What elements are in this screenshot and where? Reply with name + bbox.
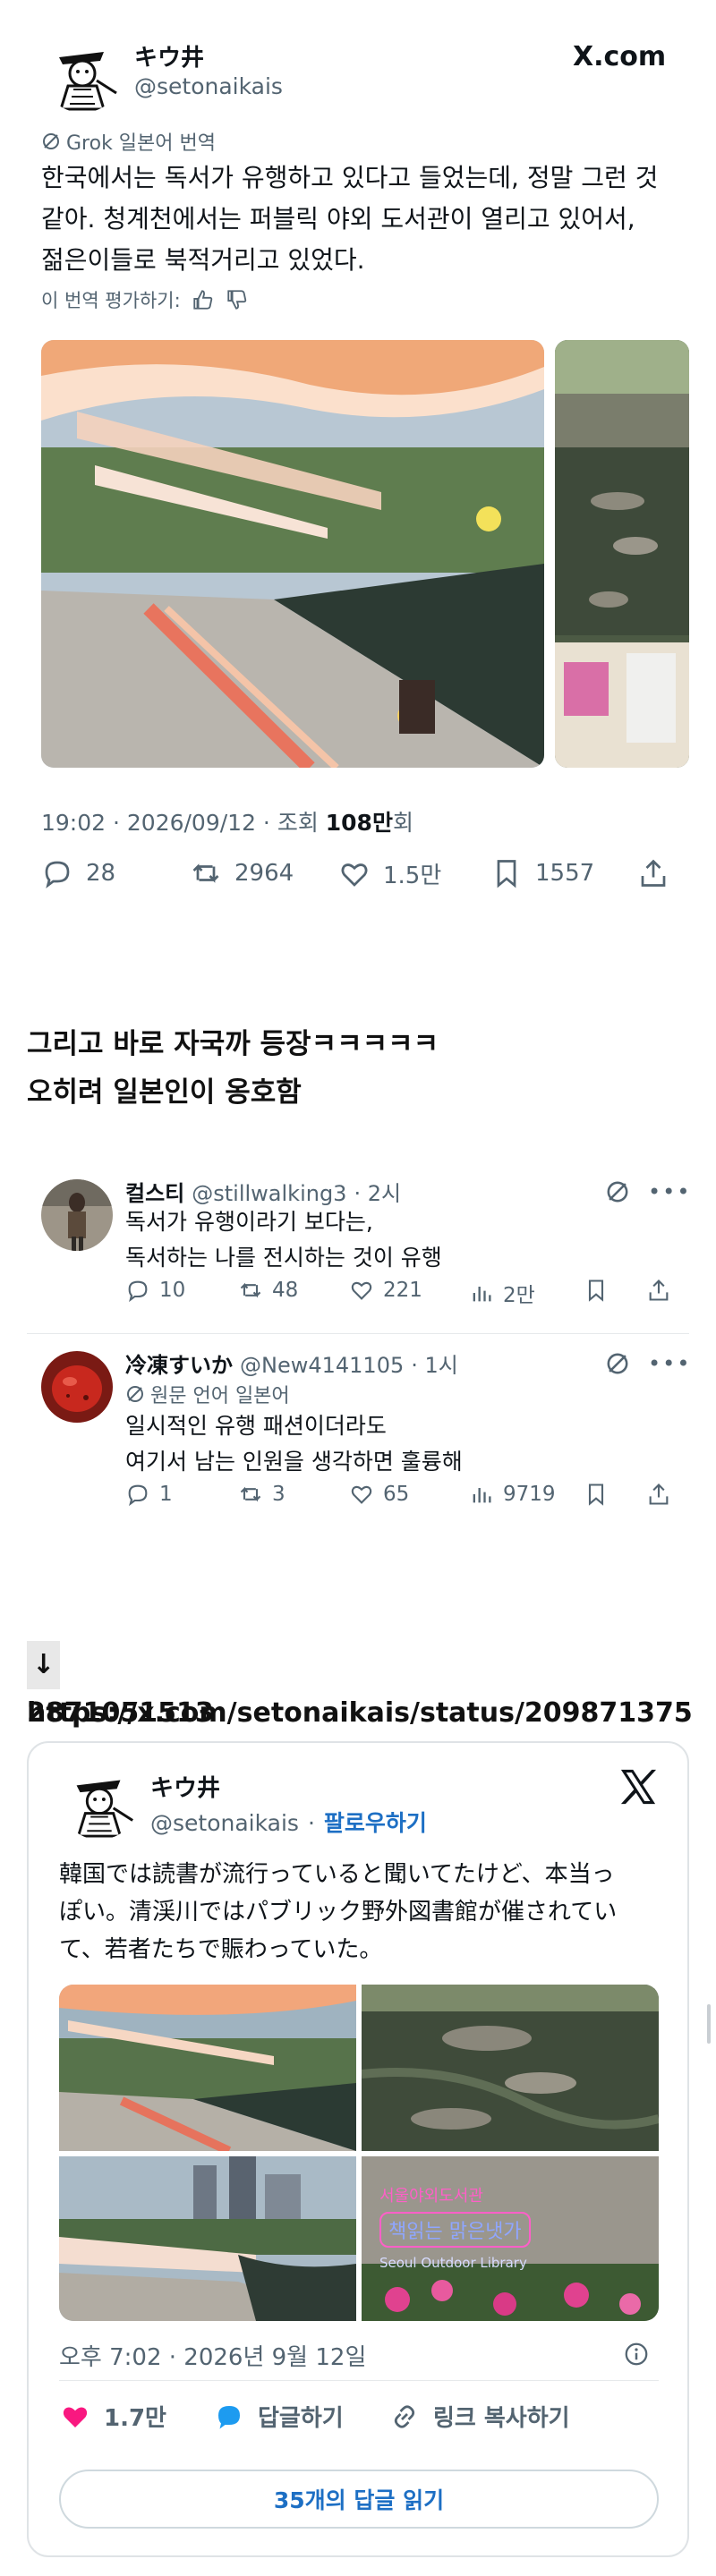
views-icon	[469, 1482, 494, 1507]
views-icon	[469, 1280, 494, 1305]
commentary-line-2: 오히려 일본인이 옹호함	[27, 1076, 302, 1109]
embed-divider	[59, 2380, 659, 2381]
reply-views-button[interactable]: 9719	[469, 1482, 556, 1507]
reply-reply-button[interactable]: 1	[125, 1482, 173, 1507]
copy-link-button[interactable]: 링크 복사하기	[388, 2400, 570, 2433]
embed-author-name[interactable]: キウ井	[150, 1770, 220, 1803]
tweet-text: 한국에서는 독서가 유행하고 있다고 들었는데, 정말 그런 것 같아. 청계천…	[41, 163, 659, 275]
embed-photo-grid: 서울야외도서관 책읽는 맑은냇가 Seoul Outdoor Library	[59, 1985, 659, 2321]
reply-repost-button[interactable]: 3	[238, 1482, 286, 1507]
original-language-label: 원문 언어 일본어	[125, 1380, 290, 1408]
repost-icon	[238, 1278, 263, 1303]
reply-repost-button[interactable]: 48	[238, 1278, 298, 1303]
reply-button[interactable]: 28	[41, 857, 115, 889]
reply-avatar[interactable]	[41, 1351, 113, 1423]
embed-date[interactable]: 오후 7:02 · 2026년 9월 12일	[59, 2339, 366, 2372]
embed-photo-3[interactable]	[59, 2156, 356, 2321]
embed-reply-button[interactable]: 답글하기	[213, 2400, 344, 2433]
link-icon	[388, 2401, 421, 2433]
author-handle[interactable]: @setonaikais	[134, 73, 283, 99]
reply-icon	[125, 1482, 150, 1507]
more-icon[interactable]: •••	[648, 1179, 691, 1204]
heart-icon	[59, 2401, 91, 2433]
tweet-photo-main[interactable]	[41, 340, 544, 768]
repost-icon	[190, 857, 222, 889]
reply-reply-button[interactable]: 10	[125, 1278, 185, 1303]
bookmark-icon[interactable]	[584, 1482, 609, 1507]
reply-icon	[41, 857, 73, 889]
embed-tweet-text: 韓国では読書が流行っていると聞いてたけど、本当っ ぽい。清渓川ではパブリック野外…	[59, 1861, 618, 1963]
grok-translation-label: Grok 일본어 번역	[41, 127, 216, 156]
read-replies-button[interactable]: 35개의 답글 읽기	[59, 2470, 659, 2529]
commentary-line-1: 그리고 바로 자국까 등장ㅋㅋㅋㅋㅋ	[27, 1028, 439, 1060]
x-logo-icon[interactable]	[618, 1768, 659, 1806]
embed-photo-1[interactable]	[59, 1985, 356, 2151]
down-arrow-icon: ↓	[27, 1641, 61, 1689]
reply-author-handle[interactable]: @New4141105	[240, 1353, 404, 1378]
reply-views-button[interactable]: 2만	[469, 1278, 535, 1308]
share-button[interactable]	[637, 857, 669, 889]
tweet-meta: 19:02 · 2026/09/12 · 조회 108만회	[41, 810, 413, 836]
reply-bubble-icon	[213, 2401, 245, 2433]
thumbs-down-icon[interactable]	[226, 288, 249, 311]
reply-icon	[125, 1278, 150, 1303]
share-icon[interactable]	[646, 1482, 671, 1507]
grok-icon[interactable]	[605, 1179, 630, 1204]
grok-icon[interactable]	[605, 1351, 630, 1376]
embed-like-button[interactable]: 1.7만	[59, 2400, 166, 2433]
reply-header: 컬스티 @stillwalking3 · 2시	[125, 1176, 401, 1207]
grok-icon	[125, 1384, 145, 1404]
scrollbar-thumb[interactable]	[707, 2004, 711, 2044]
reply-header: 冷凍すいか @New4141105 · 1시	[125, 1348, 458, 1379]
reply-like-button[interactable]: 65	[349, 1482, 409, 1507]
reply-text: 독서가 유행이라기 보다는, 독서하는 나를 전시하는 것이 유행	[125, 1209, 442, 1271]
like-button[interactable]: 1.5만	[338, 857, 441, 890]
source-link-continued[interactable]: 2871051513	[27, 1689, 214, 1738]
thumbs-up-icon[interactable]	[192, 288, 215, 311]
share-icon[interactable]	[646, 1278, 671, 1303]
rate-translation: 이 번역 평가하기:	[41, 286, 249, 313]
embed-author-avatar[interactable]	[59, 1759, 140, 1840]
heart-icon	[349, 1482, 374, 1507]
author-name[interactable]: キウ井	[134, 39, 204, 72]
embed-author-handle[interactable]: @setonaikais	[150, 1810, 299, 1836]
reply-like-button[interactable]: 221	[349, 1278, 422, 1303]
reply-time: · 2시	[354, 1181, 402, 1206]
bookmark-icon	[490, 857, 523, 889]
reply-text: 일시적인 유행 패션이더라도 여기서 남는 인원을 생각하면 훌륭해	[125, 1413, 463, 1475]
bookmark-button[interactable]: 1557	[490, 857, 594, 889]
reply-divider	[27, 1333, 689, 1334]
neon-sign: 서울야외도서관 책읽는 맑은냇가 Seoul Outdoor Library	[379, 2183, 648, 2271]
heart-icon	[349, 1278, 374, 1303]
repost-button[interactable]: 2964	[190, 857, 294, 889]
reply-avatar[interactable]	[41, 1179, 113, 1251]
embed-photo-2[interactable]	[362, 1985, 659, 2151]
grok-icon	[41, 132, 61, 151]
view-count: 108만	[325, 810, 393, 836]
reply-time: · 1시	[411, 1353, 458, 1378]
follow-button[interactable]: 팔로우하기	[324, 1806, 427, 1838]
more-icon[interactable]: •••	[648, 1351, 691, 1376]
info-icon[interactable]	[623, 2341, 650, 2368]
reply-author-name[interactable]: 冷凍すいか	[125, 1348, 233, 1379]
repost-icon	[238, 1482, 263, 1507]
site-logo: X.com	[573, 41, 667, 72]
reply-author-handle[interactable]: @stillwalking3	[192, 1181, 346, 1206]
tweet-photo-side[interactable]	[555, 340, 689, 768]
author-avatar[interactable]	[41, 30, 124, 113]
reply-author-name[interactable]: 컬스티	[125, 1176, 184, 1207]
embed-author-line: @setonaikais · 팔로우하기	[150, 1806, 427, 1838]
bookmark-icon[interactable]	[584, 1278, 609, 1303]
heart-icon	[338, 858, 371, 890]
share-icon	[637, 857, 669, 889]
